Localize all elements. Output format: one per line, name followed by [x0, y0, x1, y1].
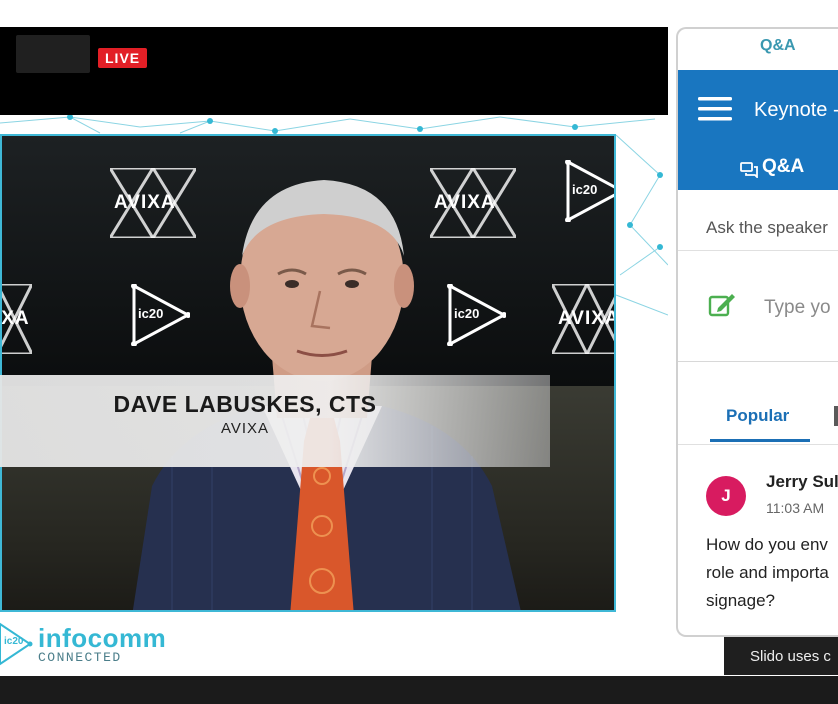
slido-panel: Q&A Keynote - Q&A Ask the speaker Type y… — [676, 27, 838, 637]
ic20-backdrop-logo: ic20 — [564, 159, 614, 227]
question-author: Jerry Sul — [766, 472, 838, 491]
active-tab-indicator — [710, 439, 810, 442]
divider — [678, 250, 838, 251]
question-time: 11:03 AM — [766, 500, 825, 516]
infocomm-logo-subtitle: CONNECTED — [38, 650, 122, 665]
divider — [678, 444, 838, 445]
ask-the-speaker-label: Ask the speaker — [706, 218, 828, 237]
ic20-badge-text: ic20 — [4, 636, 24, 647]
question-text-line: role and importa — [706, 563, 829, 582]
compose-icon — [708, 294, 735, 317]
tab-popular[interactable]: Popular — [726, 406, 789, 426]
question-input[interactable]: Type yo — [764, 297, 831, 319]
live-badge: LIVE — [98, 48, 148, 68]
avixa-backdrop-logo: AVIXA — [2, 282, 35, 359]
slido-cookie-notice[interactable]: Slido uses c — [750, 648, 831, 665]
divider — [678, 361, 838, 362]
stream-header — [0, 27, 668, 115]
tab-recent[interactable] — [834, 406, 838, 426]
question-text-line: How do you env — [706, 535, 828, 554]
hamburger-menu-icon[interactable] — [698, 97, 732, 121]
question-text-line: signage? — [706, 591, 776, 610]
bottom-bar — [0, 676, 838, 704]
tab-qa[interactable]: Q&A — [738, 156, 804, 178]
speaker-name: DAVE LABUSKES, CTS — [113, 391, 377, 417]
channel-thumbnail[interactable] — [16, 35, 90, 73]
avixa-backdrop-logo: AVIXA — [549, 280, 614, 359]
video-player[interactable]: AVIXA AVIXA AVIXA AVIXA ic20 — [0, 134, 616, 612]
speaker-organization: AVIXA — [220, 420, 270, 437]
panel-title[interactable]: Q&A — [678, 37, 838, 55]
avatar: J — [706, 476, 746, 516]
event-title: Keynote - — [754, 99, 838, 121]
